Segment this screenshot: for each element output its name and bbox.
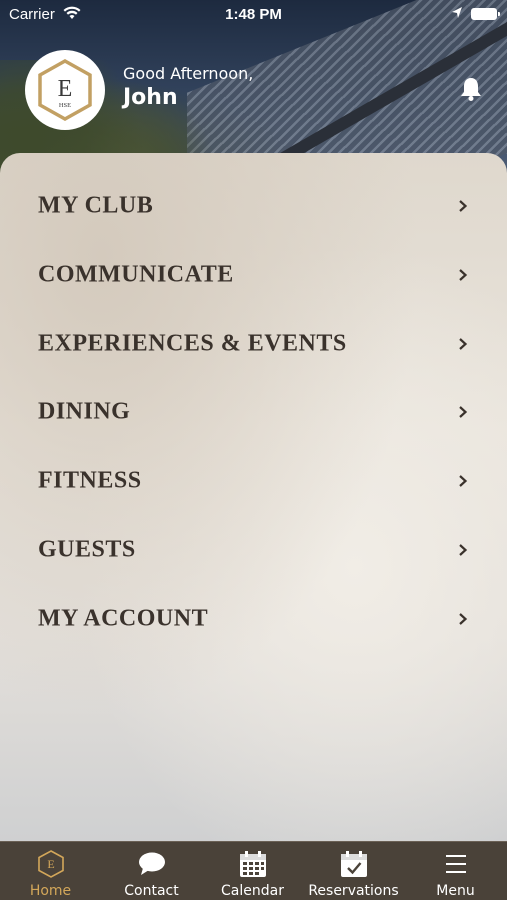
menu-item-dining[interactable]: DINING bbox=[0, 382, 507, 442]
battery-icon bbox=[471, 8, 500, 20]
home-logo-icon: E bbox=[37, 850, 64, 878]
menu-item-label: FITNESS bbox=[38, 467, 142, 494]
calendar-check-icon bbox=[340, 851, 367, 877]
menu-item-my-account[interactable]: MY ACCOUNT bbox=[0, 589, 507, 649]
menu-item-guests[interactable]: GUESTS bbox=[0, 520, 507, 580]
chevron-right-icon bbox=[459, 613, 468, 625]
chevron-right-icon bbox=[459, 200, 468, 212]
tab-label: Home bbox=[29, 883, 72, 899]
status-bar: Carrier 1:48 PM bbox=[0, 0, 507, 30]
menu-item-communicate[interactable]: COMMUNICATE bbox=[0, 245, 507, 305]
hexagon-logo-icon: E HSE bbox=[38, 58, 92, 122]
chat-bubble-icon bbox=[138, 852, 165, 875]
tab-home[interactable]: E Home bbox=[0, 842, 101, 900]
menu-item-experiences-events[interactable]: EXPERIENCES & EVENTS bbox=[0, 314, 507, 374]
tab-contact[interactable]: Contact bbox=[101, 842, 202, 900]
chevron-right-icon bbox=[459, 338, 468, 350]
user-name: John bbox=[123, 85, 178, 110]
chevron-right-icon bbox=[459, 544, 468, 556]
logo-sub: HSE bbox=[59, 102, 71, 109]
menu-item-label: GUESTS bbox=[38, 536, 136, 563]
main-menu-card: MY CLUB COMMUNICATE EXPERIENCES & EVENTS… bbox=[0, 153, 507, 843]
tab-label: Menu bbox=[436, 883, 475, 899]
svg-text:E: E bbox=[47, 857, 54, 871]
notification-bell-icon[interactable] bbox=[459, 76, 483, 102]
club-logo[interactable]: E HSE bbox=[25, 50, 105, 130]
tab-menu[interactable]: Menu bbox=[404, 842, 507, 900]
chevron-right-icon bbox=[459, 475, 468, 487]
menu-item-my-club[interactable]: MY CLUB bbox=[0, 176, 507, 236]
hamburger-menu-icon bbox=[445, 855, 466, 873]
logo-letter: E bbox=[58, 76, 73, 102]
bottom-tab-bar: E Home Contact Calendar Reservations Men… bbox=[0, 841, 507, 900]
tab-reservations[interactable]: Reservations bbox=[303, 842, 404, 900]
tab-label: Reservations bbox=[308, 883, 399, 899]
location-arrow-icon bbox=[451, 6, 463, 24]
clock: 1:48 PM bbox=[225, 6, 282, 23]
menu-item-label: COMMUNICATE bbox=[38, 261, 234, 288]
tab-label: Calendar bbox=[221, 883, 284, 899]
menu-item-label: MY CLUB bbox=[38, 192, 154, 219]
calendar-icon bbox=[239, 851, 266, 877]
chevron-right-icon bbox=[459, 406, 468, 418]
greeting-text: Good Afternoon, bbox=[123, 64, 254, 83]
tab-calendar[interactable]: Calendar bbox=[202, 842, 303, 900]
chevron-right-icon bbox=[459, 269, 468, 281]
menu-item-label: EXPERIENCES & EVENTS bbox=[38, 330, 347, 357]
tab-label: Contact bbox=[124, 883, 179, 899]
menu-item-label: DINING bbox=[38, 398, 131, 425]
menu-item-fitness[interactable]: FITNESS bbox=[0, 451, 507, 511]
menu-item-label: MY ACCOUNT bbox=[38, 605, 209, 632]
